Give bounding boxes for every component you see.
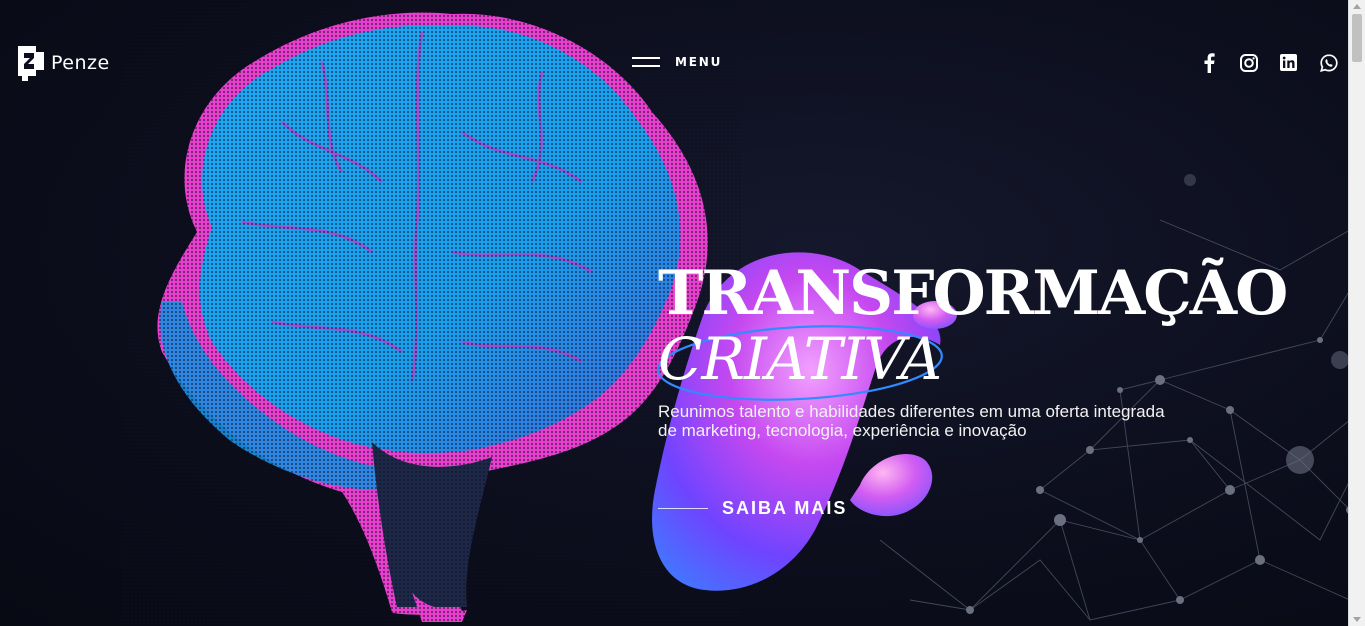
hero-stage: Penze MENU TRANSFORMAÇÃO CRIATIVA Reunim… <box>0 0 1348 626</box>
cta-line <box>658 508 708 509</box>
scroll-thumb[interactable] <box>1352 14 1362 62</box>
site-header: Penze MENU <box>0 0 1348 120</box>
hero-title-line2: CRIATIVA <box>657 325 1286 401</box>
cta-label: SAIBA MAIS <box>722 498 848 518</box>
instagram-icon[interactable] <box>1238 52 1259 73</box>
menu-label: MENU <box>675 55 723 69</box>
menu-button[interactable]: MENU <box>632 55 722 69</box>
saiba-mais-button[interactable]: SAIBA MAIS <box>658 498 847 519</box>
logo-mark-icon <box>18 46 44 81</box>
scroll-up-icon[interactable] <box>1353 4 1361 9</box>
whatsapp-icon[interactable] <box>1318 52 1339 73</box>
logo[interactable]: Penze <box>14 44 110 82</box>
hero-subtitle: Reunimos talento e habilidades diferente… <box>658 402 1165 440</box>
facebook-icon[interactable] <box>1198 52 1219 73</box>
hero-content: TRANSFORMAÇÃO CRIATIVA Reunimos talento … <box>657 258 1288 518</box>
hamburger-icon <box>632 57 660 67</box>
hero-title-line2-text: CRIATIVA <box>658 325 942 393</box>
scroll-down-icon[interactable] <box>1353 617 1361 622</box>
social-links <box>1198 52 1339 73</box>
linkedin-icon[interactable] <box>1278 52 1299 73</box>
logo-text: Penze <box>51 52 110 74</box>
scrollbar[interactable] <box>1348 0 1365 626</box>
